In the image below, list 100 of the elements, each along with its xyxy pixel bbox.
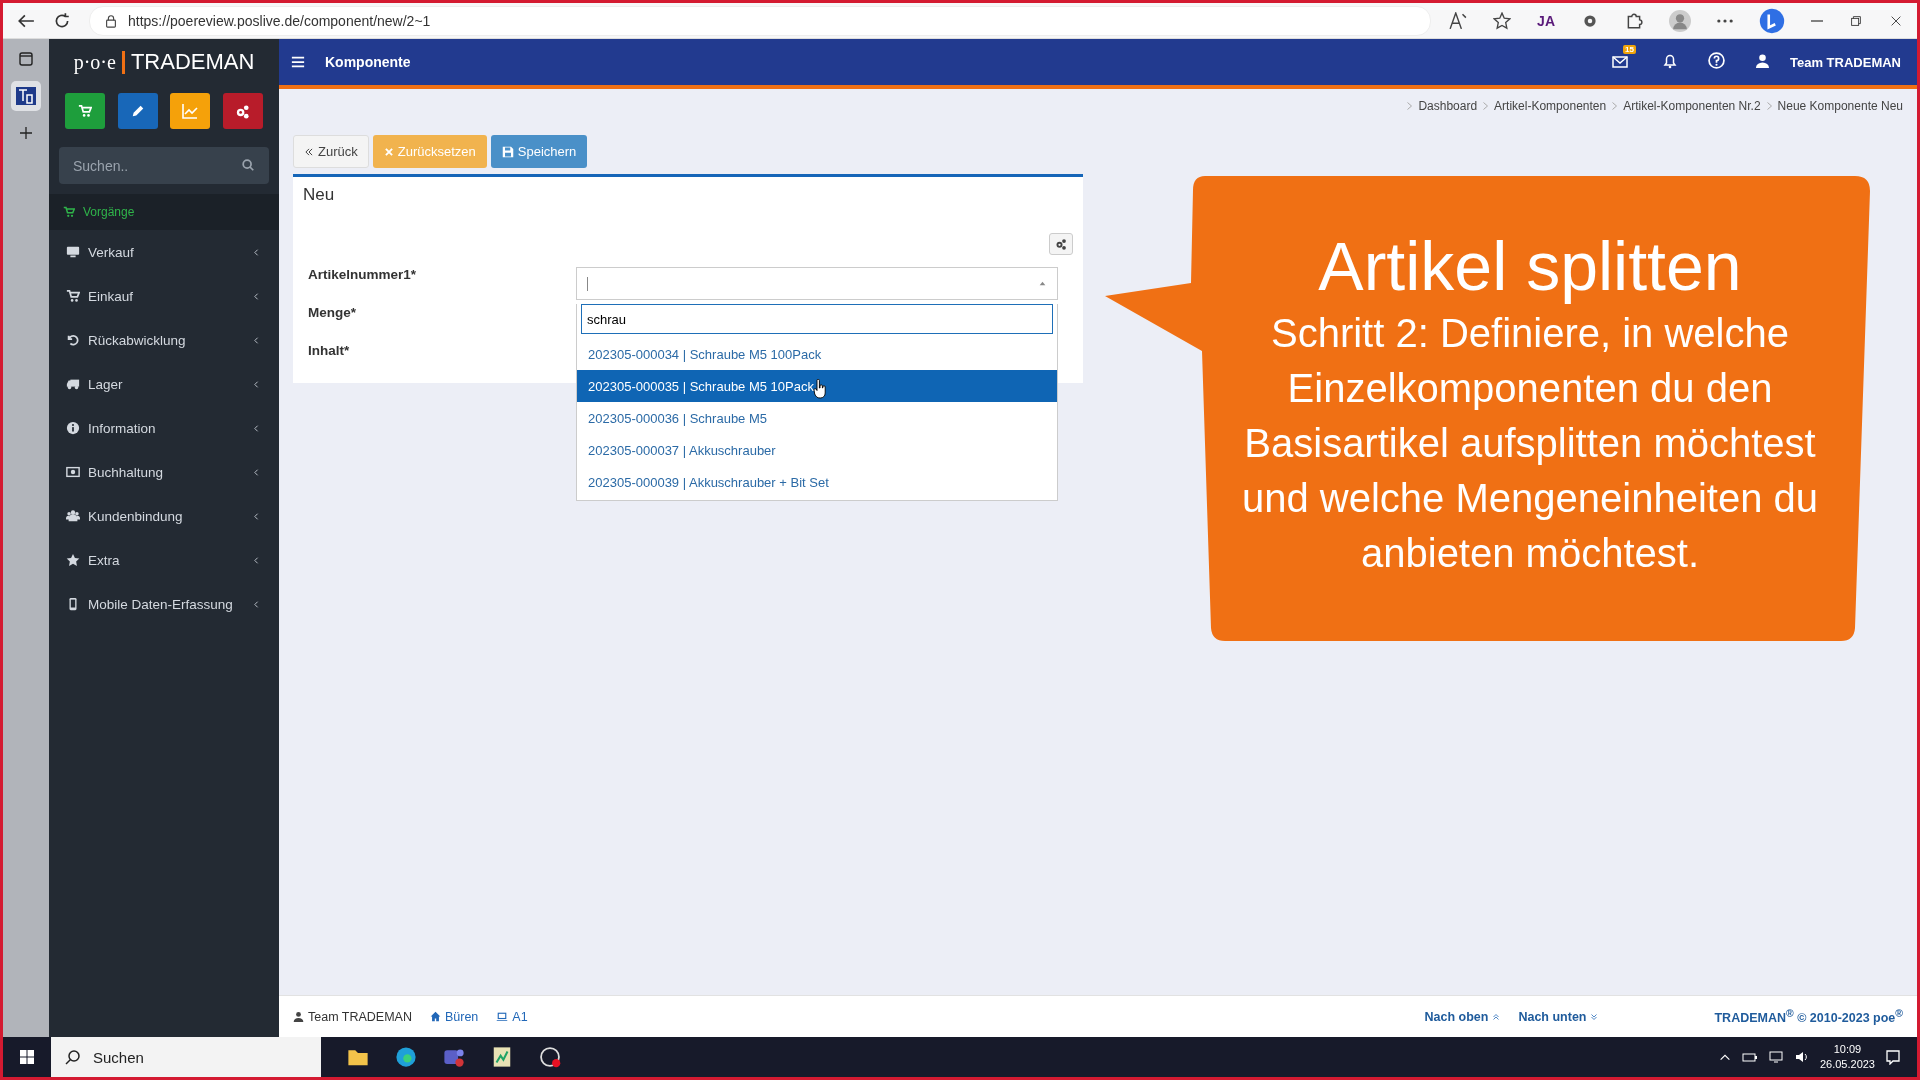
read-aloud-icon <box>1449 11 1468 30</box>
truck-icon <box>66 377 80 391</box>
sidebar-item[interactable]: Buchhaltung <box>49 450 279 494</box>
help-icon <box>1708 52 1725 69</box>
user-icon <box>1755 53 1770 68</box>
tab-panel-icon <box>18 51 34 67</box>
minimize-icon[interactable] <box>1811 19 1823 22</box>
chevron-left-icon <box>252 291 261 301</box>
url-text: https://poereview.poslive.de/component/new/2~1 <box>128 12 431 29</box>
sidebar-item[interactable]: Information <box>49 406 279 450</box>
gears-icon <box>235 103 251 119</box>
chevron-left-icon <box>252 335 261 345</box>
field-label: Menge* <box>308 304 357 320</box>
undo-icon <box>66 333 80 347</box>
breadcrumb-link[interactable]: Artikel-Komponenten Nr.2 <box>1623 99 1761 113</box>
user-icon <box>293 1011 304 1022</box>
sidebar-item[interactable]: Kundenbindung <box>49 494 279 538</box>
chart-button[interactable] <box>170 93 211 129</box>
location-link[interactable]: Büren <box>444 1009 479 1024</box>
mail-icon <box>1612 54 1628 70</box>
recorder-icon <box>539 1046 561 1068</box>
extension-icon[interactable]: JA <box>1537 12 1555 29</box>
caret-up-icon <box>1038 279 1047 288</box>
line-chart-icon <box>182 103 199 119</box>
page-title: Komponente <box>325 54 411 70</box>
scroll-up-link[interactable]: Nach oben <box>1424 1009 1489 1024</box>
field-label: Artikelnummer1* <box>308 266 418 282</box>
count-badge: 15 <box>1623 45 1636 54</box>
dropdown-search-field[interactable]: schrau <box>581 304 1053 334</box>
users-icon <box>66 509 80 523</box>
dropdown-option[interactable]: 202305-000037 | Akkuschrauber <box>577 434 1057 466</box>
browser-icon <box>395 1046 417 1068</box>
speaker-icon <box>1793 1049 1810 1065</box>
dropdown-option[interactable]: 202305-000034 | Schraube M5 100Pack <box>577 338 1057 370</box>
breadcrumb-link[interactable]: Artikel-Komponenten <box>1494 99 1607 113</box>
sidebar-item[interactable]: Lager <box>49 362 279 406</box>
section-label[interactable]: Vorgänge <box>83 205 135 219</box>
bell-icon <box>1662 52 1678 69</box>
team-chat-icon <box>443 1046 465 1068</box>
lock-icon <box>104 13 118 28</box>
address-bar[interactable]: https://poereview.poslive.de/component/new/2~1 <box>89 5 1432 36</box>
chevron-right-icon <box>1612 102 1618 110</box>
save-icon <box>501 145 514 158</box>
sidebar-item[interactable]: Einkauf <box>49 274 279 318</box>
clock-date: 26.05.2023 <box>1819 1057 1875 1072</box>
menu-icon <box>291 55 305 69</box>
breadcrumb-link[interactable]: Neue Komponente Neu <box>1777 99 1903 113</box>
sidebar-item[interactable]: Rückabwicklung <box>49 318 279 362</box>
hand-cursor-icon <box>813 379 827 399</box>
double-chevron-up-icon <box>1492 1012 1501 1021</box>
plus-icon <box>18 125 34 141</box>
edit-button[interactable] <box>117 93 158 129</box>
dropdown-option[interactable]: 202305-000036 | Schraube M5 <box>577 402 1057 434</box>
search-field[interactable]: Suchen.. <box>59 147 269 184</box>
more-icon[interactable] <box>1717 18 1733 23</box>
chevron-left-icon <box>252 379 261 389</box>
sidebar-item[interactable]: Extra <box>49 538 279 582</box>
dropdown-option[interactable]: 202305-000039 | Akkuschrauber + Bit Set <box>577 466 1057 498</box>
logo: p·o·e TRADEMAN <box>72 48 256 76</box>
clock-time: 10:09 <box>1833 1042 1862 1057</box>
copyright-text: TRADEMAN$^{®}$ © 2010-2023 poe$^{®}$ <box>1714 1007 1903 1026</box>
chevron-left-icon <box>252 555 261 565</box>
x-icon <box>383 146 394 157</box>
back-button[interactable]: Zurück <box>293 135 369 168</box>
callout-title: Artikel splitten <box>1317 227 1743 306</box>
footer-user: Team TRADEMAN <box>308 1009 412 1024</box>
user-name[interactable]: Team TRADEMAN <box>1790 54 1901 70</box>
profile-icon <box>1669 9 1691 32</box>
cart-icon <box>63 206 75 218</box>
callout-text: Schritt 2: Definiere, in welche Einzelkomponenten du den Basisartikel aufsplitten möchtest und welche Mengeneinheiten du anbieten möchtest. <box>1241 310 1819 577</box>
chevron-right-icon <box>1766 102 1772 110</box>
home-icon <box>429 1011 441 1022</box>
sidebar-item[interactable]: Verkauf <box>49 230 279 274</box>
scroll-down-link[interactable]: Nach unten <box>1518 1009 1587 1024</box>
restore-icon <box>1849 13 1863 28</box>
cart-button[interactable] <box>65 93 105 129</box>
sidebar-item[interactable]: Mobile Daten-Erfassung <box>49 582 279 626</box>
reload-icon <box>53 11 71 30</box>
field-label: Inhalt* <box>308 342 351 358</box>
taskbar-search[interactable]: Suchen <box>51 1037 321 1077</box>
laptop-icon <box>496 1010 509 1023</box>
double-chevron-left-icon <box>304 146 314 157</box>
tab-favicon[interactable] <box>11 81 41 111</box>
chat-assistant-icon <box>1759 7 1785 34</box>
dropdown-option[interactable]: 202305-000035 | Schraube M5 10Pack <box>577 370 1057 402</box>
chevron-right-icon <box>1407 102 1413 110</box>
banknote-icon <box>66 465 80 479</box>
cart-icon <box>78 104 92 118</box>
info-icon <box>66 421 80 435</box>
notification-icon <box>1885 1049 1901 1065</box>
select-field[interactable] <box>576 267 1058 300</box>
device-link[interactable]: A1 <box>512 1009 528 1024</box>
chevron-left-icon <box>252 423 261 433</box>
settings-button[interactable] <box>222 93 263 129</box>
breadcrumb-link[interactable]: Dashboard <box>1418 99 1478 113</box>
windows-start-icon <box>19 1049 35 1065</box>
chevron-left-icon <box>252 511 261 521</box>
settings-button[interactable] <box>1049 233 1073 255</box>
double-chevron-down-icon <box>1590 1012 1599 1021</box>
cart-icon <box>66 289 80 303</box>
